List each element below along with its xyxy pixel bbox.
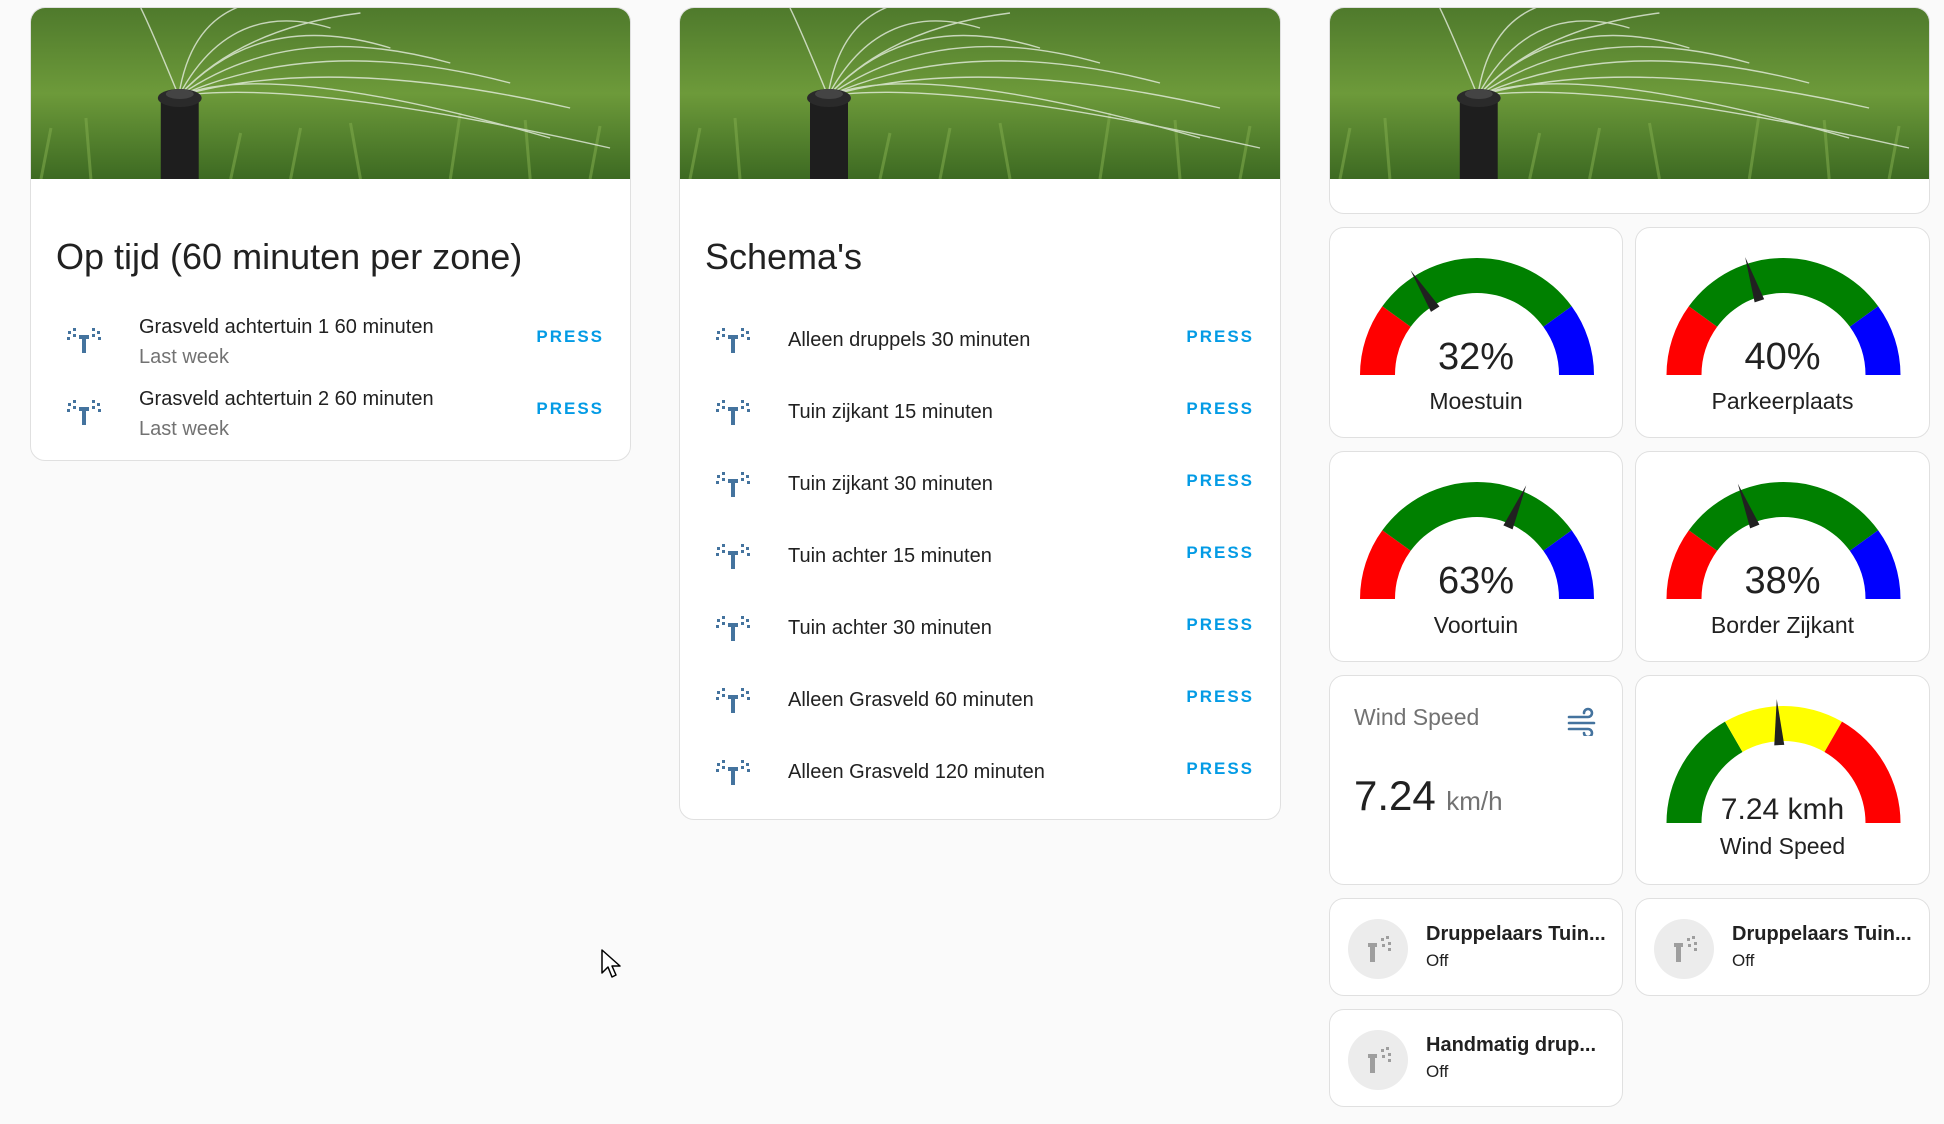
press-button[interactable]: PRESS bbox=[1186, 327, 1254, 347]
tile-state: Off bbox=[1426, 951, 1449, 970]
gauge-label: Moestuin bbox=[1429, 388, 1523, 414]
sensor-unit: km/h bbox=[1446, 786, 1503, 816]
card-title: Schema's bbox=[705, 236, 862, 277]
script-name[interactable]: Tuin achter 30 minuten bbox=[788, 617, 992, 640]
script-name[interactable]: Grasveld achtertuin 1 60 minuten bbox=[139, 316, 434, 339]
tile-state: Off bbox=[1732, 951, 1755, 970]
script-row: Tuin zijkant 15 minuten PRESS bbox=[680, 375, 1280, 447]
tile-icon-circle[interactable] bbox=[1348, 1030, 1408, 1090]
gauge-segment bbox=[1688, 482, 1879, 551]
script-name[interactable]: Tuin achter 15 minuten bbox=[788, 545, 992, 568]
script-name[interactable]: Alleen Grasveld 120 minuten bbox=[788, 761, 1045, 784]
card-title: Op tijd (60 minuten per zone) bbox=[56, 236, 523, 277]
script-name[interactable]: Alleen druppels 30 minuten bbox=[788, 329, 1030, 352]
sprinkler-icon bbox=[713, 541, 753, 571]
sprinkler-icon bbox=[713, 757, 753, 787]
gauge-card-border-zijkant[interactable]: 38% Border Zijkant bbox=[1635, 451, 1930, 662]
gauge-label: Wind Speed bbox=[1719, 833, 1846, 859]
sprinkler-icon bbox=[1664, 934, 1704, 964]
gauge-label: Border Zijkant bbox=[1710, 612, 1855, 638]
sprinkler-icon bbox=[713, 685, 753, 715]
tile-name: Handmatig drup... bbox=[1426, 1034, 1596, 1056]
sprinkler-hero-image bbox=[1330, 8, 1929, 179]
gauge-value: 32% bbox=[1437, 336, 1515, 378]
script-row: Tuin achter 30 minuten PRESS bbox=[680, 591, 1280, 663]
script-row: Alleen druppels 30 minuten PRESS bbox=[680, 303, 1280, 375]
press-button[interactable]: PRESS bbox=[1186, 399, 1254, 419]
schemas-card: Schema's Alleen druppels 30 minuten PRESS… bbox=[679, 7, 1281, 820]
gauge-segment bbox=[1688, 258, 1879, 327]
press-button[interactable]: PRESS bbox=[1186, 543, 1254, 563]
sprinkler-icon bbox=[64, 325, 104, 355]
press-button[interactable]: PRESS bbox=[1186, 759, 1254, 779]
tile-name: Druppelaars Tuin... bbox=[1732, 923, 1912, 945]
mouse-cursor-icon bbox=[601, 949, 621, 978]
tile-handmatig[interactable]: Handmatig drup... Off bbox=[1329, 1009, 1623, 1107]
gauge-value: 38% bbox=[1744, 560, 1821, 602]
gauge-segment bbox=[1725, 706, 1842, 752]
tile-druppelaars-1[interactable]: Druppelaars Tuin... Off bbox=[1329, 898, 1623, 996]
weather-windy-icon bbox=[1567, 707, 1596, 736]
press-button[interactable]: PRESS bbox=[536, 327, 604, 347]
sensor-number: 7.24 bbox=[1354, 772, 1436, 819]
gauge-segment bbox=[1382, 258, 1572, 327]
tile-name: Druppelaars Tuin... bbox=[1426, 923, 1606, 945]
tile-icon-circle[interactable] bbox=[1348, 919, 1408, 979]
last-run-label: Last week bbox=[139, 346, 230, 368]
sprinkler-icon bbox=[713, 397, 753, 427]
gauge-card-moestuin[interactable]: 32% Moestuin bbox=[1329, 227, 1623, 438]
script-row: Grasveld achtertuin 1 60 minuten Last we… bbox=[31, 303, 630, 375]
sprinkler-icon bbox=[64, 397, 104, 427]
tile-icon-circle[interactable] bbox=[1654, 919, 1714, 979]
op-tijd-card: Op tijd (60 minuten per zone) Grasveld a… bbox=[30, 7, 631, 461]
gauge-card-parkeerplaats[interactable]: 40% Parkeerplaats bbox=[1635, 227, 1930, 438]
sprinkler-icon bbox=[713, 613, 753, 643]
script-name[interactable]: Grasveld achtertuin 2 60 minuten bbox=[139, 388, 434, 411]
script-name[interactable]: Alleen Grasveld 60 minuten bbox=[788, 689, 1034, 712]
script-row: Grasveld achtertuin 2 60 minuten Last we… bbox=[31, 375, 630, 447]
gauge-segment bbox=[1382, 482, 1572, 551]
press-button[interactable]: PRESS bbox=[536, 399, 604, 419]
sensor-title: Wind Speed bbox=[1354, 704, 1480, 730]
sensor-value: 7.24 km/h bbox=[1354, 772, 1503, 820]
script-name[interactable]: Tuin zijkant 30 minuten bbox=[788, 473, 993, 496]
gauge-card-voortuin[interactable]: 63% Voortuin bbox=[1329, 451, 1623, 662]
sprinkler-hero-image bbox=[31, 8, 630, 179]
gauge-card-wind-speed[interactable]: 7.24 kmh Wind Speed bbox=[1635, 675, 1930, 885]
tile-druppelaars-2[interactable]: Druppelaars Tuin... Off bbox=[1635, 898, 1930, 996]
sprinkler-icon bbox=[713, 469, 753, 499]
script-row: Alleen Grasveld 60 minuten PRESS bbox=[680, 663, 1280, 735]
script-row: Tuin zijkant 30 minuten PRESS bbox=[680, 447, 1280, 519]
gauge-label: Parkeerplaats bbox=[1711, 388, 1854, 414]
press-button[interactable]: PRESS bbox=[1186, 687, 1254, 707]
gauge-value: 40% bbox=[1744, 336, 1821, 378]
sprinkler-icon bbox=[1358, 1045, 1398, 1075]
script-row: Tuin achter 15 minuten PRESS bbox=[680, 519, 1280, 591]
weather-header-card bbox=[1329, 7, 1930, 214]
sprinkler-icon bbox=[713, 325, 753, 355]
wind-speed-sensor-card[interactable]: Wind Speed 7.24 km/h bbox=[1329, 675, 1623, 885]
script-row: Alleen Grasveld 120 minuten PRESS bbox=[680, 735, 1280, 807]
last-run-label: Last week bbox=[139, 418, 230, 440]
script-name[interactable]: Tuin zijkant 15 minuten bbox=[788, 401, 993, 424]
gauge-value: 7.24 kmh bbox=[1720, 793, 1845, 826]
sprinkler-icon bbox=[1358, 934, 1398, 964]
press-button[interactable]: PRESS bbox=[1186, 615, 1254, 635]
tile-state: Off bbox=[1426, 1062, 1449, 1081]
gauge-value: 63% bbox=[1437, 560, 1515, 602]
gauge-label: Voortuin bbox=[1433, 612, 1519, 638]
sprinkler-hero-image bbox=[680, 8, 1280, 179]
press-button[interactable]: PRESS bbox=[1186, 471, 1254, 491]
